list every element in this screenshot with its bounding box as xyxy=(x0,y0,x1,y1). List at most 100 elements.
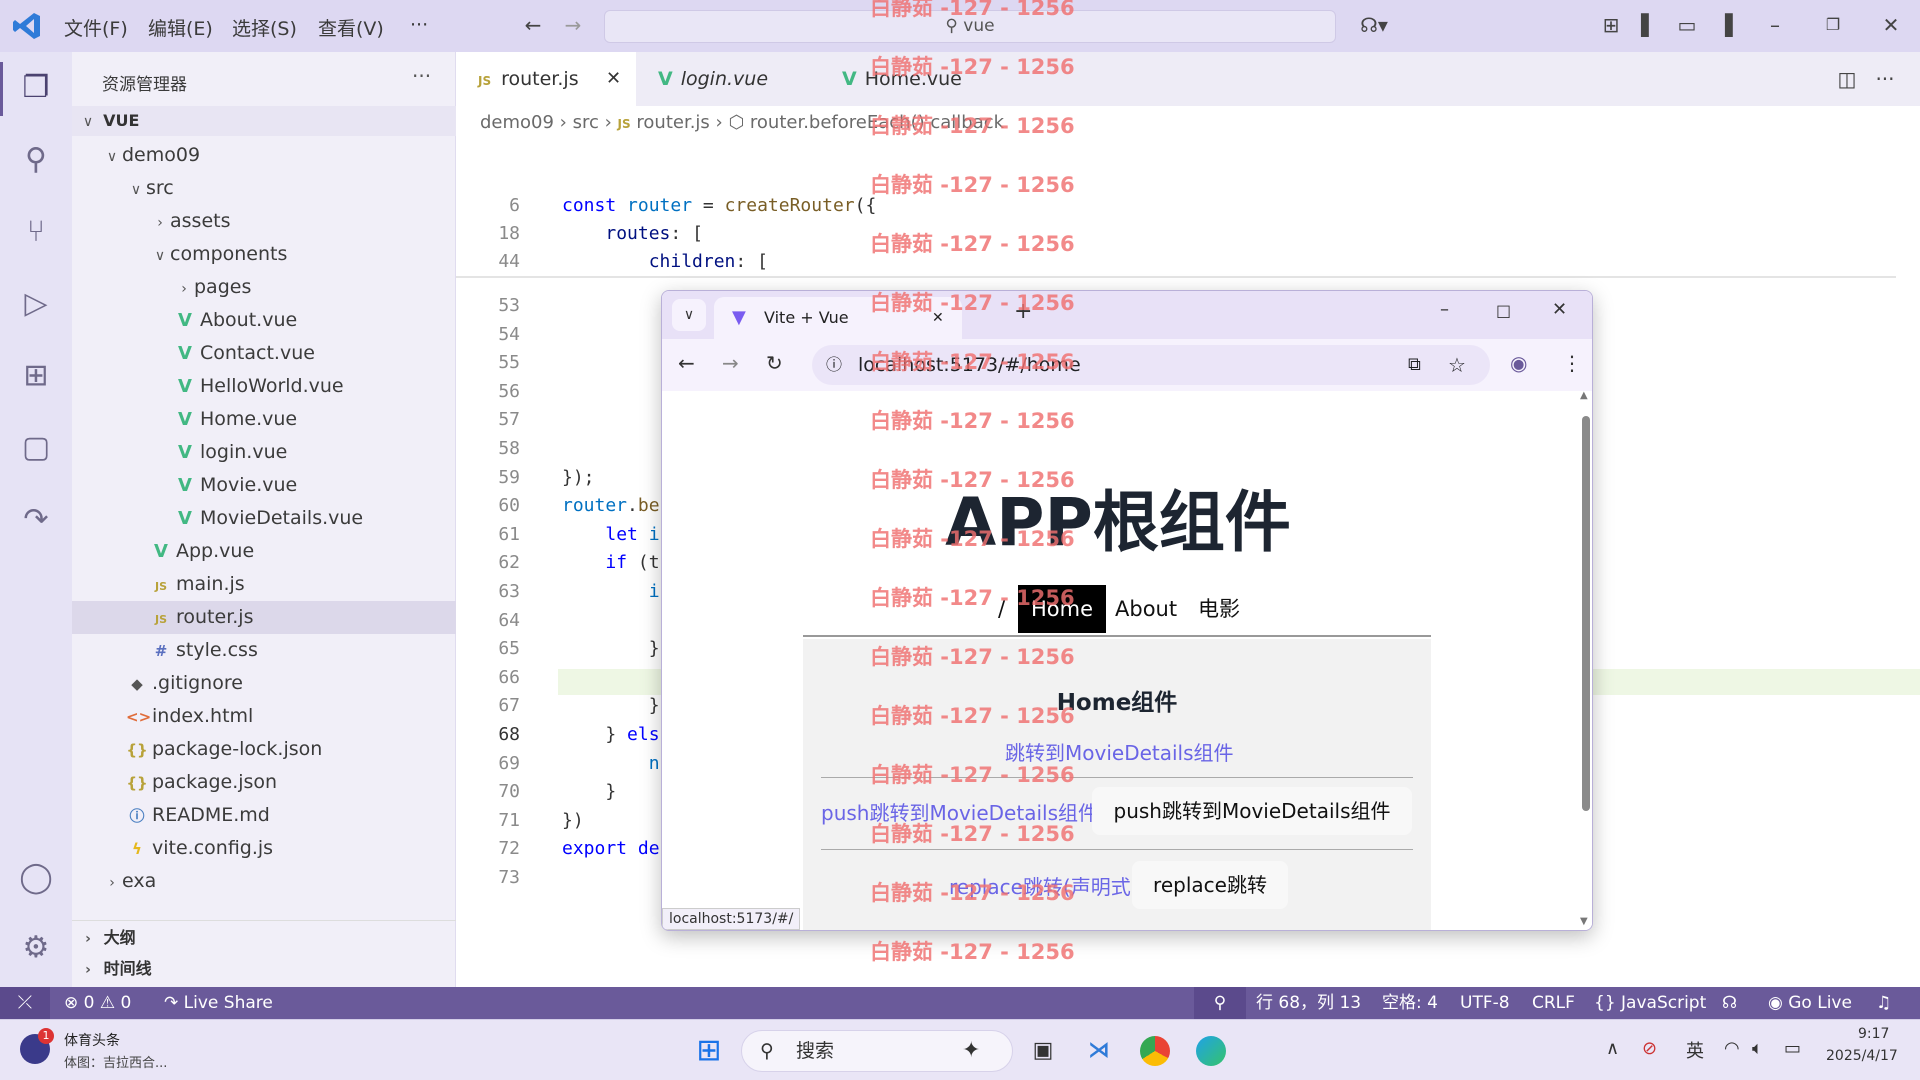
tray-app-icon[interactable]: ⊘ xyxy=(1642,1038,1657,1059)
code-line[interactable]: 60 router.be xyxy=(456,492,659,520)
tree-item[interactable]: # style.css xyxy=(72,634,456,667)
tree-item[interactable]: V App.vue xyxy=(72,535,456,568)
tree-item[interactable]: › assets xyxy=(72,205,456,238)
scroll-down-icon[interactable]: ▼ xyxy=(1580,916,1588,927)
indentation[interactable]: 空格: 4 xyxy=(1382,987,1438,1019)
code-line[interactable]: 64 xyxy=(456,607,562,635)
tree-item[interactable]: V HelloWorld.vue xyxy=(72,370,456,403)
tab-search-button[interactable]: ∨ xyxy=(672,299,706,331)
tree-item[interactable]: ϟ vite.config.js xyxy=(72,832,456,865)
bookmark-star-icon[interactable]: ☆ xyxy=(1448,345,1466,385)
zoom-icon[interactable]: ⚲ xyxy=(1194,987,1246,1019)
code-line[interactable]: 72 export de xyxy=(456,835,659,863)
tree-item[interactable]: {} package.json xyxy=(72,766,456,799)
tree-item[interactable]: V Home.vue xyxy=(72,403,456,436)
reload-icon[interactable]: ↻ xyxy=(766,351,783,375)
clock-date[interactable]: 2025/4/17 xyxy=(1826,1048,1898,1064)
code-line[interactable]: 63 i xyxy=(456,578,659,606)
page-scrollbar[interactable]: ▲ ▼ xyxy=(1580,390,1590,927)
close-icon[interactable]: ✕ xyxy=(1552,299,1567,320)
tree-item[interactable]: V MovieDetails.vue xyxy=(72,502,456,535)
breadcrumb-item[interactable]: src xyxy=(573,112,599,133)
ime-indicator[interactable]: 英 xyxy=(1686,1037,1704,1063)
cursor-position[interactable]: 行 68，列 13 xyxy=(1256,987,1361,1019)
tree-item[interactable]: ◆ .gitignore xyxy=(72,667,456,700)
minimize-icon[interactable]: – xyxy=(1440,299,1449,320)
code-line[interactable]: 59}); xyxy=(456,464,594,492)
copilot-status-icon[interactable]: ☊ xyxy=(1722,987,1737,1019)
breadcrumb-item[interactable]: demo09 xyxy=(480,112,554,133)
battery-icon[interactable]: ▭ xyxy=(1784,1038,1801,1059)
translate-icon[interactable]: ⧉ xyxy=(1408,345,1421,385)
vscode-taskbar-icon[interactable]: ⋊ xyxy=(1080,1032,1118,1070)
live-share-button[interactable]: ↷ Live Share xyxy=(164,987,273,1019)
tree-item[interactable]: {} package-lock.json xyxy=(72,733,456,766)
tree-item[interactable]: › exa xyxy=(72,865,456,898)
tree-item[interactable]: <>index.html xyxy=(72,700,456,733)
code-line[interactable]: 62 if (t xyxy=(456,549,659,577)
tab-login-vue[interactable]: Vlogin.vue xyxy=(636,52,820,106)
split-editor-icon[interactable]: ◫ xyxy=(1834,66,1860,92)
push-movie-details-button[interactable]: push跳转到MovieDetails组件 xyxy=(1092,787,1412,835)
tree-item[interactable]: ∨ demo09 xyxy=(72,139,456,172)
maximize-icon[interactable]: ❐ xyxy=(1820,12,1846,38)
volume-icon[interactable]: 🔈︎ xyxy=(1752,1038,1763,1059)
tab-router-js[interactable]: JS router.js ✕ xyxy=(456,52,636,106)
tab-close-icon[interactable]: ✕ xyxy=(606,52,621,106)
tree-item[interactable]: JS main.js xyxy=(72,568,456,601)
tree-item[interactable]: V Contact.vue xyxy=(72,337,456,370)
tree-item[interactable]: Vlogin.vue xyxy=(72,436,456,469)
code-line[interactable]: 18 routes: [ xyxy=(456,220,703,248)
live-share-icon[interactable]: ↷ xyxy=(16,500,56,540)
code-line[interactable]: 55 xyxy=(456,349,562,377)
notifications-bell-icon[interactable]: ♫ xyxy=(1876,987,1891,1019)
back-icon[interactable]: ← xyxy=(678,351,695,375)
copilot-icon[interactable]: ☊▾ xyxy=(1354,12,1394,38)
search-icon[interactable]: ⚲ xyxy=(16,140,56,180)
encoding[interactable]: UTF-8 xyxy=(1460,987,1510,1019)
code-line[interactable]: 68 } els xyxy=(456,721,659,749)
code-line[interactable]: 69 n xyxy=(456,750,659,778)
code-line[interactable]: 66 xyxy=(456,664,562,692)
toggle-panel-icon[interactable]: ▭ xyxy=(1674,12,1700,38)
remote-explorer-icon[interactable]: ▢ xyxy=(16,428,56,468)
chrome-taskbar-icon[interactable] xyxy=(1136,1032,1174,1070)
close-icon[interactable]: ✕ xyxy=(1878,12,1904,38)
manage-gear-icon[interactable]: ⚙ xyxy=(16,928,56,968)
code-line[interactable]: 65 } xyxy=(456,635,659,663)
tree-item[interactable]: V Movie.vue xyxy=(72,469,456,502)
start-button-icon[interactable]: ⊞ xyxy=(690,1032,728,1070)
customize-layout-icon[interactable]: ⊞ xyxy=(1598,12,1624,38)
vscode-logo-icon[interactable] xyxy=(12,11,42,41)
scroll-up-icon[interactable]: ▲ xyxy=(1580,390,1588,401)
profile-icon[interactable]: ◉ xyxy=(1510,351,1527,375)
news-widget[interactable]: 1 体育头条 体图：吉拉西合... xyxy=(20,1028,220,1074)
run-debug-icon[interactable]: ▷ xyxy=(16,284,56,324)
nav-movie[interactable]: 电影 xyxy=(1198,585,1240,633)
end-of-line[interactable]: CRLF xyxy=(1532,987,1575,1019)
forward-arrow-icon[interactable]: → xyxy=(560,12,586,38)
tree-item[interactable]: ∨ src xyxy=(72,172,456,205)
remote-indicator-icon[interactable]: ⤫ xyxy=(0,987,50,1019)
toggle-secondary-sidebar-icon[interactable]: ▐ xyxy=(1712,12,1738,38)
code-line[interactable]: 61 let i xyxy=(456,521,659,549)
site-info-icon[interactable]: ⓘ xyxy=(826,345,842,385)
outline-section[interactable]: › 大纲 xyxy=(72,920,456,953)
code-line[interactable]: 44 children: [ xyxy=(456,248,768,276)
menu-view[interactable]: 查看(V) xyxy=(318,14,384,41)
edge-taskbar-icon[interactable] xyxy=(1192,1032,1230,1070)
source-control-icon[interactable]: ⑂ xyxy=(16,212,56,252)
back-arrow-icon[interactable]: ← xyxy=(520,12,546,38)
forward-icon[interactable]: → xyxy=(722,351,739,375)
tree-item[interactable]: JS router.js xyxy=(72,601,456,634)
workspace-root[interactable]: ∨ VUE xyxy=(72,106,456,136)
accounts-icon[interactable]: ◯ xyxy=(16,858,56,898)
nav-about[interactable]: About xyxy=(1115,585,1177,633)
tree-item[interactable]: ∨ components xyxy=(72,238,456,271)
language-mode[interactable]: {} JavaScript xyxy=(1594,987,1706,1019)
editor-more-icon[interactable]: ··· xyxy=(1872,66,1898,92)
code-line[interactable]: 6 const router = createRouter({ xyxy=(456,192,876,220)
replace-button[interactable]: replace跳转 xyxy=(1132,861,1288,909)
code-line[interactable]: 70 } xyxy=(456,778,616,806)
minimize-icon[interactable]: – xyxy=(1762,12,1788,38)
